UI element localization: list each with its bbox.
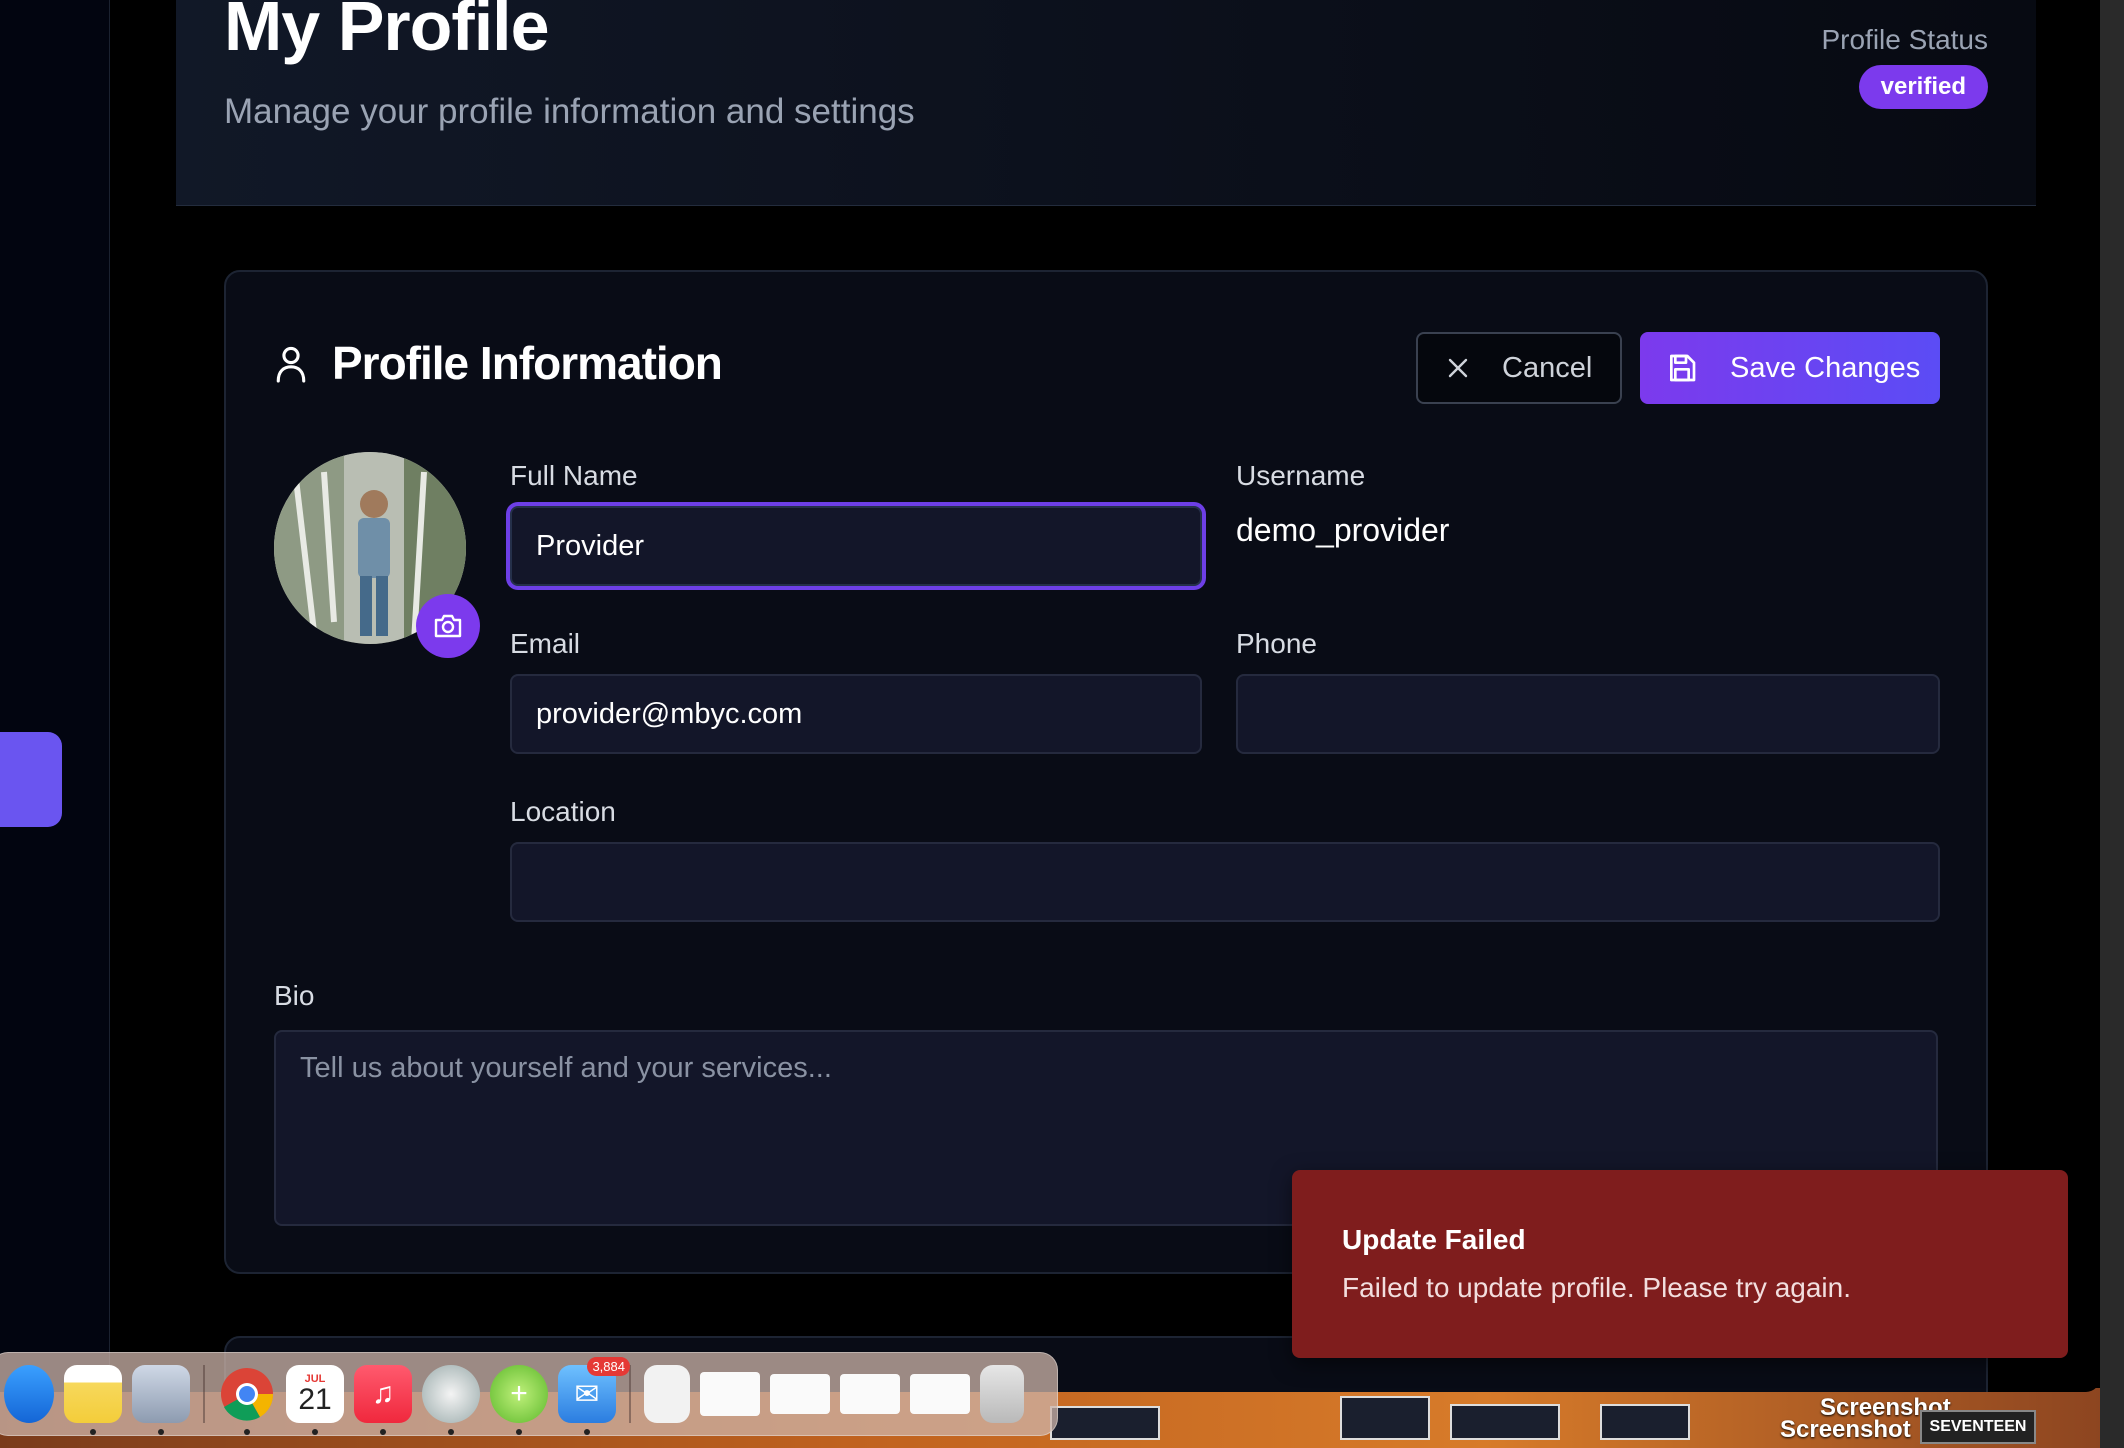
card-title: Profile Information bbox=[332, 337, 723, 389]
location-input[interactable] bbox=[510, 842, 1940, 922]
screenshot-stack-icon[interactable] bbox=[700, 1372, 760, 1416]
desktop-album-thumb[interactable]: SEVENTEEN bbox=[1920, 1410, 2036, 1444]
cancel-button-label: Cancel bbox=[1502, 351, 1593, 384]
sidebar bbox=[0, 0, 110, 1392]
status-badge: verified bbox=[1858, 65, 1988, 109]
save-icon bbox=[1670, 354, 1696, 382]
camera-icon bbox=[434, 614, 462, 638]
phone-input[interactable] bbox=[1236, 674, 1940, 754]
music-icon[interactable]: ♫ bbox=[354, 1365, 412, 1435]
dock: JUL 21 ♫ + ✉ 3,884 bbox=[0, 1352, 1058, 1436]
trash-icon[interactable] bbox=[980, 1365, 1024, 1423]
full-name-label: Full Name bbox=[510, 460, 638, 491]
sidebar-active-item[interactable] bbox=[0, 732, 62, 827]
screenshot-stack-icon-3[interactable] bbox=[840, 1374, 900, 1414]
phone-label: Phone bbox=[1236, 628, 1317, 659]
notes-icon[interactable] bbox=[64, 1365, 122, 1435]
mail-badge: 3,884 bbox=[587, 1357, 630, 1376]
save-changes-button[interactable]: Save Changes bbox=[1640, 332, 1940, 404]
close-icon bbox=[1448, 358, 1468, 378]
bio-label: Bio bbox=[274, 980, 315, 1011]
error-toast[interactable]: Update Failed Failed to update profile. … bbox=[1292, 1170, 2068, 1358]
calendar-icon[interactable]: JUL 21 bbox=[286, 1365, 344, 1435]
dock-separator bbox=[203, 1365, 205, 1423]
profile-information-card: Profile Information Cancel Save Changes bbox=[224, 270, 1988, 1274]
username-value: demo_provider bbox=[1236, 512, 1450, 548]
mail-icon[interactable]: ✉ 3,884 bbox=[558, 1357, 630, 1435]
desktop-edge bbox=[2100, 0, 2124, 1448]
page-title: My Profile bbox=[224, 0, 550, 65]
save-button-label: Save Changes bbox=[1730, 351, 1921, 384]
safari-icon[interactable] bbox=[4, 1365, 54, 1423]
page-subtitle: Manage your profile information and sett… bbox=[224, 92, 915, 131]
pdf-file-icon[interactable] bbox=[644, 1365, 690, 1423]
profile-status-label: Profile Status bbox=[1821, 24, 1988, 55]
screenshot-stack-icon-4[interactable] bbox=[910, 1374, 970, 1414]
chrome-icon[interactable] bbox=[218, 1365, 276, 1435]
cancel-button[interactable]: Cancel bbox=[1416, 332, 1622, 404]
username-label: Username bbox=[1236, 460, 1366, 491]
upload-cloud-icon[interactable]: + bbox=[490, 1365, 548, 1435]
user-icon bbox=[276, 346, 306, 383]
full-name-input[interactable] bbox=[510, 506, 1202, 586]
toast-title: Update Failed bbox=[1342, 1224, 1526, 1255]
toast-message: Failed to update profile. Please try aga… bbox=[1342, 1272, 1851, 1303]
email-label: Email bbox=[510, 628, 581, 659]
dock-separator-2 bbox=[629, 1365, 631, 1423]
page-header: My Profile Manage your profile informati… bbox=[176, 0, 2036, 206]
screenshot-stack-icon-2[interactable] bbox=[770, 1374, 830, 1414]
preview-icon[interactable] bbox=[132, 1365, 190, 1435]
email-input[interactable] bbox=[510, 674, 1202, 754]
change-avatar-button[interactable] bbox=[416, 594, 480, 658]
location-label: Location bbox=[510, 796, 616, 827]
instruments-icon[interactable] bbox=[422, 1365, 480, 1435]
